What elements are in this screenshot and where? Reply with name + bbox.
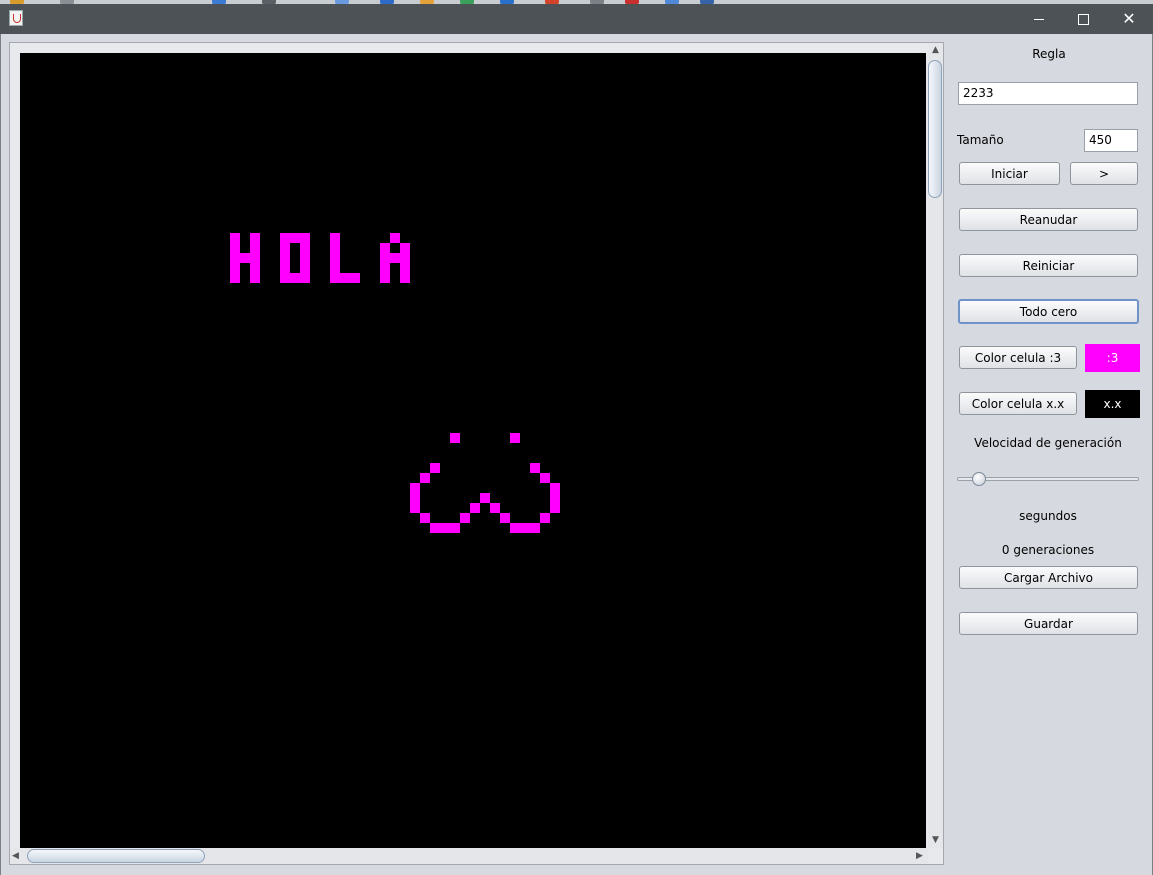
maximize-button[interactable] [1060,4,1106,34]
live-cell[interactable] [520,523,530,533]
live-cell[interactable] [450,523,460,533]
resume-button[interactable]: Reanudar [959,208,1138,231]
live-cell[interactable] [550,503,560,513]
live-cell[interactable] [550,483,560,493]
step-button[interactable]: > [1070,162,1138,185]
live-cell[interactable] [240,253,250,263]
rule-label: Regla [1032,47,1066,61]
live-cell[interactable] [340,273,350,283]
live-cell[interactable] [400,243,410,253]
alive-color-swatch: :3 [1085,344,1140,372]
rule-input[interactable]: 2233 [958,82,1138,105]
live-cell[interactable] [250,233,260,243]
live-cell[interactable] [530,523,540,533]
seconds-label: segundos [1019,509,1077,523]
speed-slider-thumb[interactable] [972,472,986,486]
live-cell[interactable] [330,253,340,263]
live-cell[interactable] [330,243,340,253]
cell-grid-canvas[interactable] [20,53,926,849]
live-cell[interactable] [290,233,300,243]
speed-label: Velocidad de generación [974,436,1122,450]
close-icon: ✕ [1122,9,1136,28]
live-cell[interactable] [230,243,240,253]
live-cell[interactable] [330,273,340,283]
live-cell[interactable] [280,263,290,273]
live-cell[interactable] [410,483,420,493]
live-cell[interactable] [470,503,480,513]
save-button[interactable]: Guardar [959,612,1138,635]
live-cell[interactable] [280,243,290,253]
live-cell[interactable] [280,273,290,283]
generations-label: 0 generaciones [1001,543,1095,557]
live-cell[interactable] [450,433,460,443]
live-cell[interactable] [290,273,300,283]
live-cell[interactable] [230,273,240,283]
live-cell[interactable] [410,503,420,513]
live-cell[interactable] [250,263,260,273]
live-cell[interactable] [400,273,410,283]
vertical-scroll-thumb[interactable] [928,60,942,198]
live-cell[interactable] [480,493,490,503]
restart-button[interactable]: Reiniciar [959,254,1138,277]
live-cell[interactable] [330,263,340,273]
live-cell[interactable] [300,233,310,243]
live-cell[interactable] [300,263,310,273]
live-cell[interactable] [420,473,430,483]
alive-color-button[interactable]: Color celula :3 [959,346,1077,369]
live-cell[interactable] [530,463,540,473]
live-cell[interactable] [490,503,500,513]
live-cell[interactable] [430,463,440,473]
live-cell[interactable] [380,273,390,283]
live-cell[interactable] [440,523,450,533]
live-cell[interactable] [350,273,360,283]
close-button[interactable]: ✕ [1106,4,1152,34]
window-title-bar: ✕ [0,4,1153,34]
live-cell[interactable] [500,513,510,523]
live-cell[interactable] [280,233,290,243]
size-input[interactable]: 450 [1084,129,1138,152]
live-cell[interactable] [540,473,550,483]
start-button[interactable]: Iniciar [959,162,1060,185]
load-file-button[interactable]: Cargar Archivo [959,566,1138,589]
live-cell[interactable] [380,253,390,263]
minimize-button[interactable] [1016,4,1062,34]
live-cell[interactable] [230,263,240,273]
maximize-icon [1077,13,1089,25]
scroll-down-icon[interactable]: ▼ [932,835,939,845]
horizontal-scroll-thumb[interactable] [27,849,205,863]
live-cell[interactable] [410,493,420,503]
dead-color-swatch: x.x [1085,390,1140,418]
live-cell[interactable] [550,493,560,503]
scroll-up-icon[interactable]: ▲ [932,45,939,55]
live-cell[interactable] [380,243,390,253]
live-cell[interactable] [390,253,400,263]
size-label: Tamaño [957,133,1004,147]
live-cell[interactable] [300,243,310,253]
all-zero-button[interactable]: Todo cero [958,299,1139,324]
live-cell[interactable] [230,253,240,263]
scroll-right-icon[interactable]: ▶ [916,851,923,861]
live-cell[interactable] [390,233,400,243]
minimize-icon [1034,18,1044,20]
dead-color-button[interactable]: Color celula x.x [959,392,1077,415]
live-cell[interactable] [400,253,410,263]
scroll-left-icon[interactable]: ◀ [12,851,19,861]
live-cell[interactable] [300,253,310,263]
live-cell[interactable] [380,263,390,273]
java-cup-icon [9,10,23,26]
live-cell[interactable] [280,253,290,263]
live-cell[interactable] [420,513,430,523]
live-cell[interactable] [250,243,260,253]
live-cell[interactable] [300,273,310,283]
live-cell[interactable] [430,523,440,533]
live-cell[interactable] [460,513,470,523]
live-cell[interactable] [230,233,240,243]
live-cell[interactable] [510,433,520,443]
live-cell[interactable] [540,513,550,523]
live-cell[interactable] [250,273,260,283]
live-cell[interactable] [330,233,340,243]
live-cell[interactable] [400,263,410,273]
live-cell[interactable] [510,523,520,533]
live-cell[interactable] [250,253,260,263]
